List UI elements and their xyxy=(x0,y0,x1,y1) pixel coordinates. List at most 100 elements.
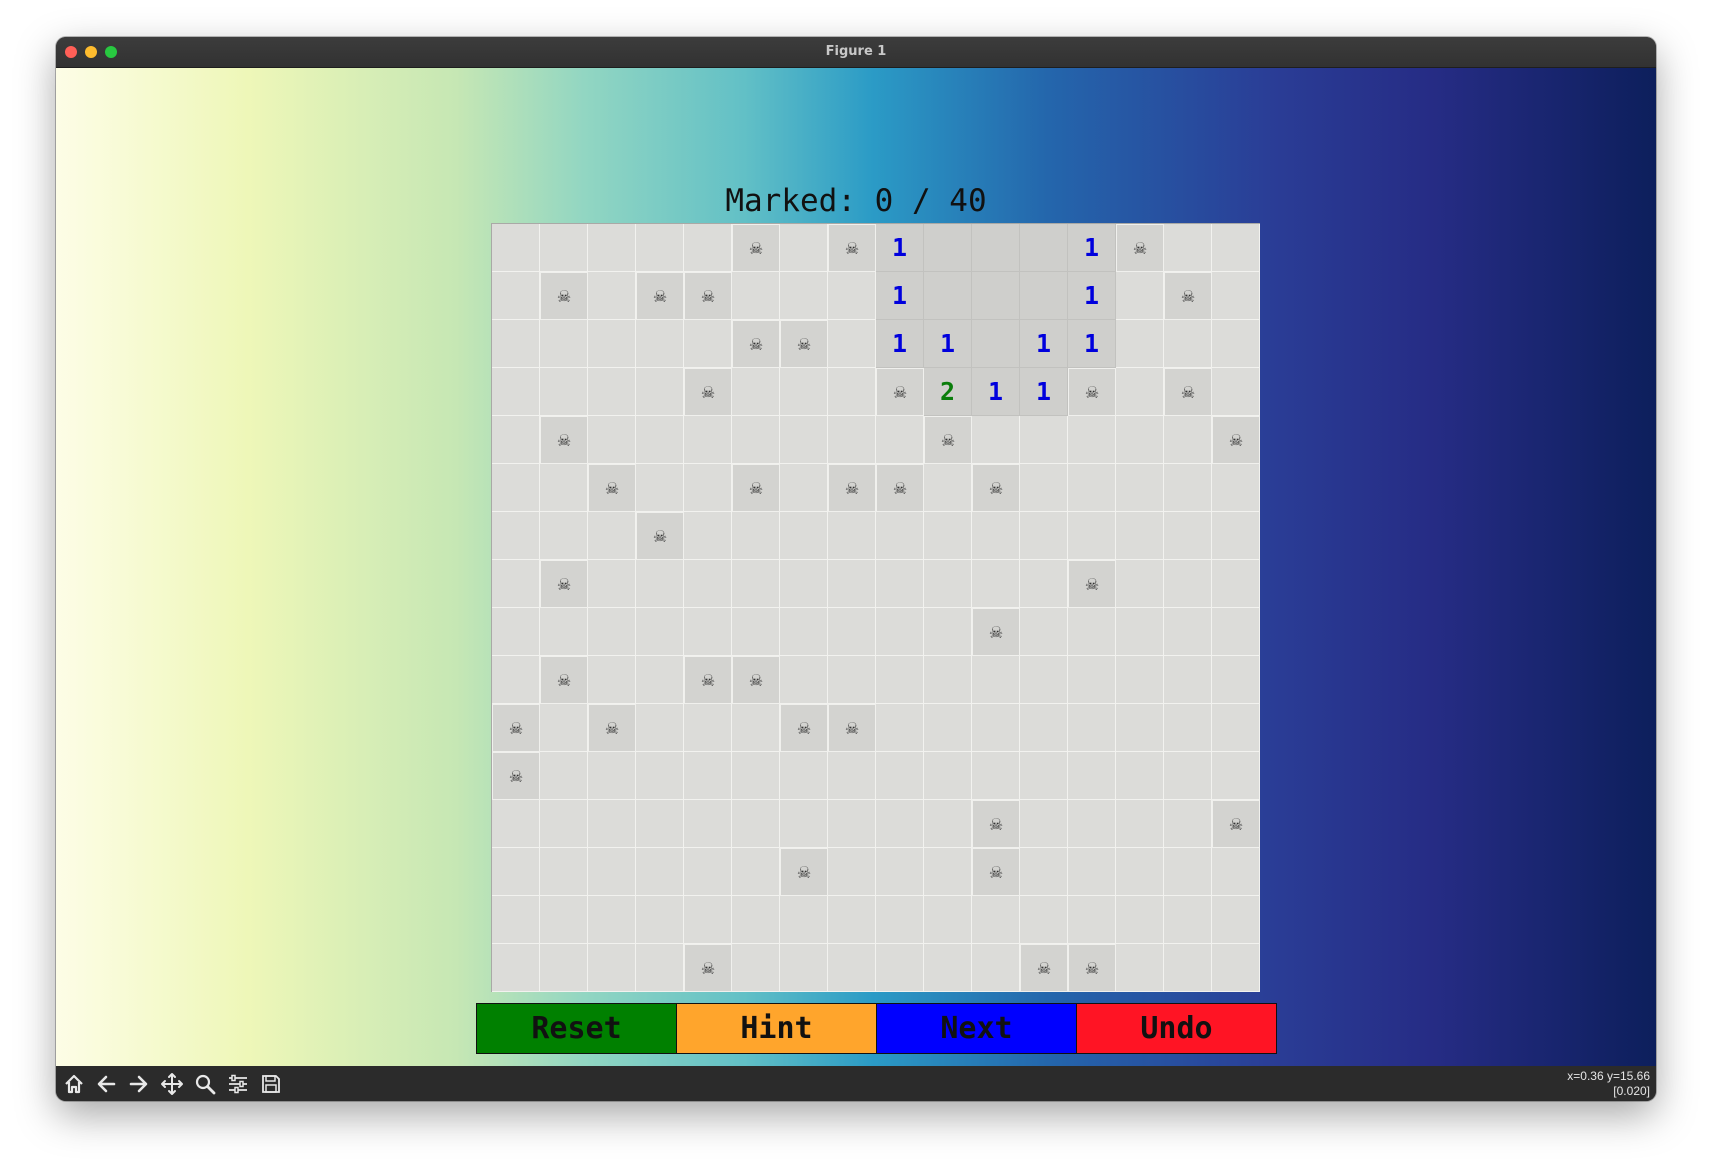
hidden-cell[interactable] xyxy=(540,512,588,560)
hidden-cell[interactable] xyxy=(924,704,972,752)
hidden-cell[interactable] xyxy=(1212,368,1260,416)
hidden-cell[interactable] xyxy=(636,560,684,608)
hidden-cell[interactable] xyxy=(684,224,732,272)
hidden-cell[interactable] xyxy=(732,752,780,800)
hidden-cell[interactable] xyxy=(828,272,876,320)
mine-cell[interactable]: ☠ xyxy=(876,368,924,416)
mine-cell[interactable]: ☠ xyxy=(636,512,684,560)
hidden-cell[interactable] xyxy=(540,224,588,272)
hidden-cell[interactable] xyxy=(1068,416,1116,464)
hidden-cell[interactable] xyxy=(876,416,924,464)
hidden-cell[interactable] xyxy=(636,800,684,848)
hidden-cell[interactable] xyxy=(1116,272,1164,320)
hidden-cell[interactable] xyxy=(588,848,636,896)
hidden-cell[interactable] xyxy=(636,752,684,800)
hidden-cell[interactable] xyxy=(876,704,924,752)
mine-cell[interactable]: ☠ xyxy=(492,752,540,800)
hidden-cell[interactable] xyxy=(1164,704,1212,752)
hidden-cell[interactable] xyxy=(1068,704,1116,752)
hidden-cell[interactable] xyxy=(636,224,684,272)
back-icon[interactable] xyxy=(92,1070,120,1098)
mine-cell[interactable]: ☠ xyxy=(972,848,1020,896)
hidden-cell[interactable] xyxy=(732,512,780,560)
hidden-cell[interactable] xyxy=(732,560,780,608)
hidden-cell[interactable] xyxy=(876,896,924,944)
hidden-cell[interactable] xyxy=(732,272,780,320)
mine-cell[interactable]: ☠ xyxy=(684,944,732,992)
mine-cell[interactable]: ☠ xyxy=(1068,944,1116,992)
mine-cell[interactable]: ☠ xyxy=(828,224,876,272)
hidden-cell[interactable] xyxy=(636,944,684,992)
hidden-cell[interactable] xyxy=(1164,800,1212,848)
hidden-cell[interactable] xyxy=(1116,704,1164,752)
mine-cell[interactable]: ☠ xyxy=(972,608,1020,656)
hidden-cell[interactable] xyxy=(684,800,732,848)
hidden-cell[interactable] xyxy=(588,224,636,272)
hidden-cell[interactable] xyxy=(828,752,876,800)
mine-cell[interactable]: ☠ xyxy=(588,704,636,752)
hidden-cell[interactable] xyxy=(1212,896,1260,944)
hidden-cell[interactable] xyxy=(780,608,828,656)
configure-icon[interactable] xyxy=(224,1070,252,1098)
mine-cell[interactable]: ☠ xyxy=(684,368,732,416)
hidden-cell[interactable] xyxy=(492,416,540,464)
hidden-cell[interactable] xyxy=(1212,944,1260,992)
hidden-cell[interactable] xyxy=(492,368,540,416)
hidden-cell[interactable] xyxy=(924,464,972,512)
hidden-cell[interactable] xyxy=(1116,896,1164,944)
forward-icon[interactable] xyxy=(125,1070,153,1098)
hidden-cell[interactable] xyxy=(1164,608,1212,656)
hidden-cell[interactable] xyxy=(1164,416,1212,464)
hidden-cell[interactable] xyxy=(636,848,684,896)
hidden-cell[interactable] xyxy=(828,512,876,560)
hidden-cell[interactable] xyxy=(492,800,540,848)
number-cell[interactable]: 2 xyxy=(924,368,972,416)
mine-cell[interactable]: ☠ xyxy=(540,272,588,320)
number-cell[interactable]: 1 xyxy=(924,320,972,368)
hidden-cell[interactable] xyxy=(1116,512,1164,560)
hidden-cell[interactable] xyxy=(924,608,972,656)
reset-button[interactable]: Reset xyxy=(477,1004,677,1053)
hidden-cell[interactable] xyxy=(636,464,684,512)
mine-cell[interactable]: ☠ xyxy=(972,800,1020,848)
hint-button[interactable]: Hint xyxy=(677,1004,877,1053)
hidden-cell[interactable] xyxy=(828,896,876,944)
number-cell[interactable]: 1 xyxy=(876,320,924,368)
hidden-cell[interactable] xyxy=(1020,512,1068,560)
hidden-cell[interactable] xyxy=(1068,752,1116,800)
hidden-cell[interactable] xyxy=(492,896,540,944)
hidden-cell[interactable] xyxy=(588,416,636,464)
mine-cell[interactable]: ☠ xyxy=(732,320,780,368)
hidden-cell[interactable] xyxy=(1164,752,1212,800)
hidden-cell[interactable] xyxy=(780,464,828,512)
hidden-cell[interactable] xyxy=(828,320,876,368)
hidden-cell[interactable] xyxy=(1212,464,1260,512)
revealed-empty-cell[interactable] xyxy=(924,272,972,320)
hidden-cell[interactable] xyxy=(924,848,972,896)
hidden-cell[interactable] xyxy=(780,752,828,800)
hidden-cell[interactable] xyxy=(684,560,732,608)
hidden-cell[interactable] xyxy=(876,512,924,560)
hidden-cell[interactable] xyxy=(492,224,540,272)
hidden-cell[interactable] xyxy=(492,608,540,656)
hidden-cell[interactable] xyxy=(540,368,588,416)
hidden-cell[interactable] xyxy=(588,944,636,992)
mine-cell[interactable]: ☠ xyxy=(780,848,828,896)
hidden-cell[interactable] xyxy=(732,608,780,656)
hidden-cell[interactable] xyxy=(1116,560,1164,608)
hidden-cell[interactable] xyxy=(1020,848,1068,896)
hidden-cell[interactable] xyxy=(1116,848,1164,896)
number-cell[interactable]: 1 xyxy=(1068,320,1116,368)
hidden-cell[interactable] xyxy=(780,512,828,560)
hidden-cell[interactable] xyxy=(828,944,876,992)
hidden-cell[interactable] xyxy=(732,704,780,752)
hidden-cell[interactable] xyxy=(540,704,588,752)
mine-cell[interactable]: ☠ xyxy=(732,224,780,272)
hidden-cell[interactable] xyxy=(780,560,828,608)
hidden-cell[interactable] xyxy=(876,848,924,896)
hidden-cell[interactable] xyxy=(540,320,588,368)
hidden-cell[interactable] xyxy=(1164,896,1212,944)
hidden-cell[interactable] xyxy=(684,512,732,560)
hidden-cell[interactable] xyxy=(1116,464,1164,512)
hidden-cell[interactable] xyxy=(588,368,636,416)
